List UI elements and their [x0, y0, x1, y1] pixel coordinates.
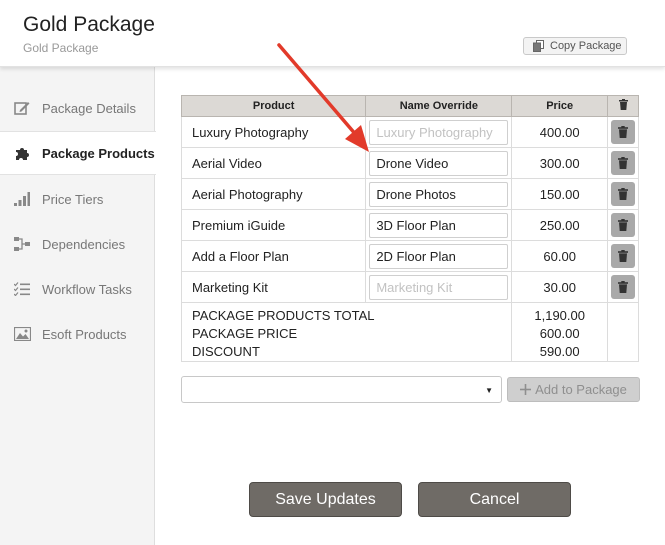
trash-icon	[618, 281, 629, 293]
package-price-label: PACKAGE PRICE	[192, 326, 298, 341]
package-products-table: Product Name Override Price Luxury Photo…	[180, 95, 639, 362]
table-row: Marketing Kit 30.00	[180, 271, 639, 303]
bar-chart-icon	[13, 190, 31, 208]
product-name: Luxury Photography	[180, 116, 367, 148]
product-price: 30.00	[511, 271, 609, 303]
table-row: Aerial Photography 150.00	[180, 178, 639, 210]
sidebar-item-label: Workflow Tasks	[42, 281, 132, 297]
product-price: 60.00	[511, 240, 609, 272]
product-name: Aerial Video	[180, 147, 367, 179]
product-price: 400.00	[511, 116, 609, 148]
image-icon	[13, 325, 31, 343]
product-select[interactable]: ▼	[181, 376, 502, 403]
sidebar-item-esoft-products[interactable]: Esoft Products	[0, 312, 155, 356]
table-row: Premium iGuide 250.00	[180, 209, 639, 241]
delete-product-button[interactable]	[611, 244, 636, 268]
sidebar-item-price-tiers[interactable]: Price Tiers	[0, 177, 155, 221]
sidebar-item-label: Price Tiers	[42, 191, 104, 207]
sidebar-item-label: Package Details	[42, 100, 136, 116]
sidebar-item-package-products[interactable]: Package Products	[0, 131, 156, 175]
discount-value: 590.00	[539, 344, 580, 359]
save-updates-button[interactable]: Save Updates	[249, 482, 402, 517]
delete-product-button[interactable]	[611, 151, 636, 175]
product-name: Premium iGuide	[180, 209, 367, 241]
product-name: Marketing Kit	[180, 271, 367, 303]
copy-package-button[interactable]: Copy Package	[523, 37, 627, 55]
delete-product-button[interactable]	[611, 213, 636, 237]
copy-icon	[533, 40, 544, 52]
package-price-value: 600.00	[539, 326, 580, 341]
sidebar-item-dependencies[interactable]: Dependencies	[0, 222, 155, 266]
trash-icon	[618, 219, 629, 231]
cancel-button[interactable]: Cancel	[418, 482, 571, 517]
page-subtitle: Gold Package	[23, 41, 99, 55]
name-override-input[interactable]	[369, 243, 509, 269]
plus-icon	[520, 384, 532, 395]
sidebar-item-label: Dependencies	[42, 236, 126, 252]
puzzle-icon	[13, 144, 31, 162]
name-override-input[interactable]	[369, 274, 509, 300]
sidebar-item-workflow-tasks[interactable]: Workflow Tasks	[0, 267, 155, 311]
delete-product-button[interactable]	[611, 275, 636, 299]
sidebar-item-label: Package Products	[42, 145, 155, 161]
trash-icon	[618, 250, 629, 262]
product-price: 250.00	[511, 209, 609, 241]
column-header-name-override: Name Override	[365, 95, 513, 117]
page-title: Gold Package	[23, 13, 155, 36]
add-to-package-label: Add to Package	[535, 382, 627, 397]
trash-icon	[618, 99, 628, 110]
products-total-value: 1,190.00	[534, 308, 585, 323]
table-row: Luxury Photography 400.00	[180, 116, 639, 148]
product-price: 300.00	[511, 147, 609, 179]
name-override-input[interactable]	[369, 181, 509, 207]
table-header-row: Product Name Override Price	[180, 95, 639, 117]
table-row: Add a Floor Plan 60.00	[180, 240, 639, 272]
totals-row: PACKAGE PRODUCTS TOTAL PACKAGE PRICE DIS…	[180, 302, 639, 362]
products-total-label: PACKAGE PRODUCTS TOTAL	[192, 308, 375, 323]
column-header-price: Price	[511, 95, 609, 117]
copy-package-label: Copy Package	[550, 40, 622, 52]
sidebar: Package Details Package Products Price T…	[0, 67, 156, 545]
hierarchy-icon	[13, 235, 31, 253]
trash-icon	[618, 188, 629, 200]
add-to-package-button[interactable]: Add to Package	[507, 377, 640, 402]
totals-values: 1,190.00 600.00 590.00	[511, 302, 609, 362]
totals-empty-cell	[607, 302, 639, 362]
trash-icon	[618, 157, 629, 169]
pencil-icon	[13, 99, 31, 117]
name-override-input[interactable]	[369, 119, 509, 145]
delete-product-button[interactable]	[611, 120, 636, 144]
discount-label: DISCOUNT	[192, 344, 260, 359]
name-override-input[interactable]	[369, 150, 509, 176]
checklist-icon	[13, 280, 31, 298]
name-override-input[interactable]	[369, 212, 509, 238]
table-row: Aerial Video 300.00	[180, 147, 639, 179]
column-header-product: Product	[180, 95, 367, 117]
totals-labels: PACKAGE PRODUCTS TOTAL PACKAGE PRICE DIS…	[180, 302, 513, 362]
product-name: Add a Floor Plan	[180, 240, 367, 272]
delete-product-button[interactable]	[611, 182, 636, 206]
dropdown-caret-icon: ▼	[485, 386, 493, 395]
page-header: Gold Package Gold Package Copy Package	[0, 0, 665, 67]
trash-icon	[618, 126, 629, 138]
column-header-delete	[607, 95, 639, 117]
sidebar-item-label: Esoft Products	[42, 326, 127, 342]
sidebar-item-package-details[interactable]: Package Details	[0, 86, 155, 130]
product-name: Aerial Photography	[180, 178, 367, 210]
product-price: 150.00	[511, 178, 609, 210]
